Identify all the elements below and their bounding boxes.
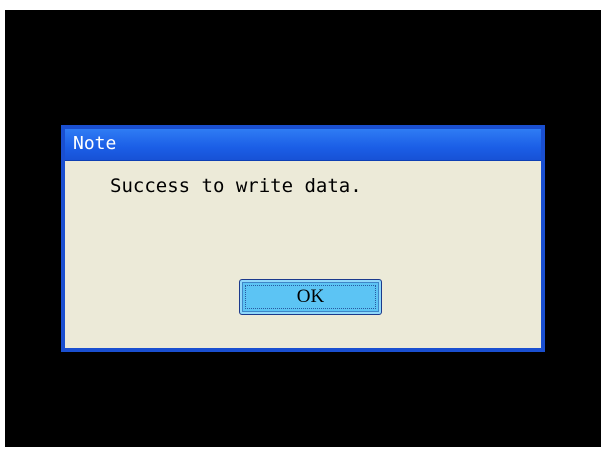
note-dialog: Note Success to write data. OK xyxy=(61,125,545,352)
screen-background: Note Success to write data. OK xyxy=(5,10,601,447)
dialog-message: Success to write data. xyxy=(110,175,362,197)
dialog-titlebar: Note xyxy=(65,129,541,161)
ok-button-label: OK xyxy=(296,286,325,307)
ok-button[interactable]: OK xyxy=(239,279,382,315)
dialog-title: Note xyxy=(73,133,117,154)
